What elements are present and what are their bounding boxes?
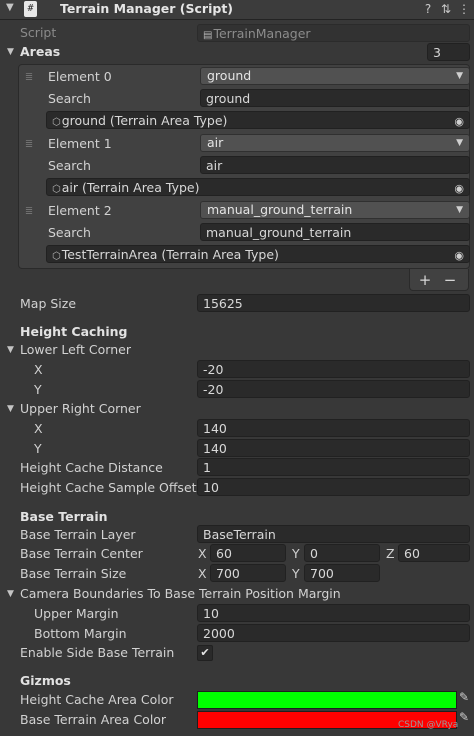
height-caching-header: Height Caching [20, 324, 128, 339]
size-y-field[interactable]: 700 [304, 564, 380, 582]
base-terrain-layer-field[interactable]: BaseTerrain [197, 525, 470, 543]
areas-count-field[interactable]: 3 [427, 43, 470, 61]
element-1-search-input[interactable]: air [200, 156, 470, 174]
watermark: CSDN @VRya [398, 720, 459, 730]
element-0-object-value: ground (Terrain Area Type) [61, 113, 228, 128]
script-value: TerrainManager [213, 26, 311, 41]
drag-handle-icon[interactable]: ═ ═ [26, 138, 38, 152]
map-size-field[interactable]: 15625 [197, 294, 470, 312]
element-0-object-field[interactable]: ⬡ground (Terrain Area Type) ◉ [46, 111, 470, 129]
drag-handle-icon[interactable]: ═ ═ [26, 71, 38, 85]
preset-icon[interactable]: ⇅ [439, 2, 453, 16]
base-terrain-size-label: Base Terrain Size [20, 566, 127, 581]
drag-handle-icon[interactable]: ═ ═ [26, 205, 38, 219]
element-0-dropdown-value: ground [207, 68, 252, 83]
upper-right-y-field[interactable]: 140 [197, 439, 470, 457]
dropdown-arrow-icon: ▼ [456, 205, 463, 215]
terrain-area-type-icon: ⬡ [52, 251, 61, 262]
element-2-search-label: Search [48, 225, 91, 240]
lower-left-corner-label[interactable]: Lower Left Corner [20, 342, 131, 357]
camera-boundaries-foldout-icon[interactable]: ▼ [7, 589, 14, 599]
script-field: ▤TerrainManager [197, 24, 470, 42]
upper-margin-label: Upper Margin [34, 606, 119, 621]
base-terrain-layer-label: Base Terrain Layer [20, 527, 136, 542]
add-element-button[interactable]: + [414, 271, 436, 289]
height-cache-sample-offset-label: Height Cache Sample Offset [20, 480, 197, 495]
element-2-dropdown-value: manual_ground_terrain [207, 202, 353, 217]
bottom-margin-label: Bottom Margin [34, 626, 127, 641]
center-x-label: X [198, 546, 207, 561]
lower-left-foldout-icon[interactable]: ▼ [7, 345, 14, 355]
help-icon[interactable]: ? [421, 2, 435, 16]
height-cache-distance-label: Height Cache Distance [20, 460, 163, 475]
upper-right-x-label: X [34, 421, 43, 436]
eyedropper-icon[interactable]: ✎ [459, 710, 469, 724]
element-0-dropdown[interactable]: ground ▼ [200, 67, 470, 85]
enable-side-base-terrain-label: Enable Side Base Terrain [20, 645, 175, 660]
map-size-label: Map Size [20, 296, 77, 311]
collapse-arrow-icon[interactable]: ▼ [6, 2, 14, 13]
script-icon: # [24, 1, 37, 17]
element-2-object-field[interactable]: ⬡TestTerrainArea (Terrain Area Type) ◉ [46, 245, 470, 263]
base-terrain-center-label: Base Terrain Center [20, 546, 143, 561]
element-1-label: Element 1 [48, 136, 112, 151]
areas-foldout-icon[interactable]: ▼ [7, 47, 14, 57]
element-2-label: Element 2 [48, 203, 112, 218]
height-cache-area-color-swatch[interactable] [197, 691, 457, 709]
element-2-object-value: TestTerrainArea (Terrain Area Type) [61, 247, 279, 262]
size-y-label: Y [292, 566, 300, 581]
object-picker-icon[interactable]: ◉ [454, 247, 464, 262]
height-cache-sample-offset-field[interactable]: 10 [197, 478, 470, 496]
terrain-area-type-icon: ⬡ [52, 117, 61, 128]
element-2-dropdown[interactable]: manual_ground_terrain ▼ [200, 201, 470, 219]
lower-left-y-field[interactable]: -20 [197, 380, 470, 398]
height-cache-distance-field[interactable]: 1 [197, 458, 470, 476]
bottom-margin-field[interactable]: 2000 [197, 624, 470, 642]
element-1-object-value: air (Terrain Area Type) [61, 180, 200, 195]
upper-margin-field[interactable]: 10 [197, 604, 470, 622]
upper-right-corner-label[interactable]: Upper Right Corner [20, 401, 141, 416]
terrain-area-type-icon: ⬡ [52, 184, 61, 195]
center-z-label: Z [386, 546, 395, 561]
base-terrain-area-color-label: Base Terrain Area Color [20, 712, 167, 727]
lower-left-y-label: Y [34, 382, 42, 397]
height-cache-area-color-label: Height Cache Area Color [20, 692, 174, 707]
camera-boundaries-label[interactable]: Camera Boundaries To Base Terrain Positi… [20, 586, 341, 601]
element-0-label: Element 0 [48, 69, 112, 84]
element-0-search-input[interactable]: ground [200, 89, 470, 107]
center-x-field[interactable]: 60 [210, 544, 286, 562]
upper-right-x-field[interactable]: 140 [197, 419, 470, 437]
remove-element-button[interactable]: − [439, 271, 461, 289]
element-1-dropdown[interactable]: air ▼ [200, 134, 470, 152]
enable-side-base-terrain-checkbox[interactable]: ✔ [197, 645, 213, 661]
center-z-field[interactable]: 60 [398, 544, 470, 562]
script-label: Script [20, 25, 57, 40]
eyedropper-icon[interactable]: ✎ [459, 690, 469, 704]
script-file-icon: ▤ [203, 30, 213, 41]
center-y-field[interactable]: 0 [304, 544, 380, 562]
base-terrain-header: Base Terrain [20, 509, 108, 524]
object-picker-icon[interactable]: ◉ [454, 113, 464, 128]
gizmos-header: Gizmos [20, 673, 71, 688]
dropdown-arrow-icon: ▼ [456, 71, 463, 81]
element-1-dropdown-value: air [207, 135, 224, 150]
element-0-search-label: Search [48, 91, 91, 106]
lower-left-x-field[interactable]: -20 [197, 360, 470, 378]
object-picker-icon[interactable]: ◉ [454, 180, 464, 195]
element-1-object-field[interactable]: ⬡air (Terrain Area Type) ◉ [46, 178, 470, 196]
menu-icon[interactable]: ⋮ [457, 2, 471, 16]
component-title: Terrain Manager (Script) [60, 1, 234, 16]
size-x-field[interactable]: 700 [210, 564, 286, 582]
upper-right-y-label: Y [34, 441, 42, 456]
size-x-label: X [198, 566, 207, 581]
element-1-search-label: Search [48, 158, 91, 173]
center-y-label: Y [292, 546, 300, 561]
dropdown-arrow-icon: ▼ [456, 138, 463, 148]
upper-right-foldout-icon[interactable]: ▼ [7, 404, 14, 414]
element-2-search-input[interactable]: manual_ground_terrain [200, 223, 470, 241]
areas-label[interactable]: Areas [20, 44, 60, 59]
lower-left-x-label: X [34, 362, 43, 377]
